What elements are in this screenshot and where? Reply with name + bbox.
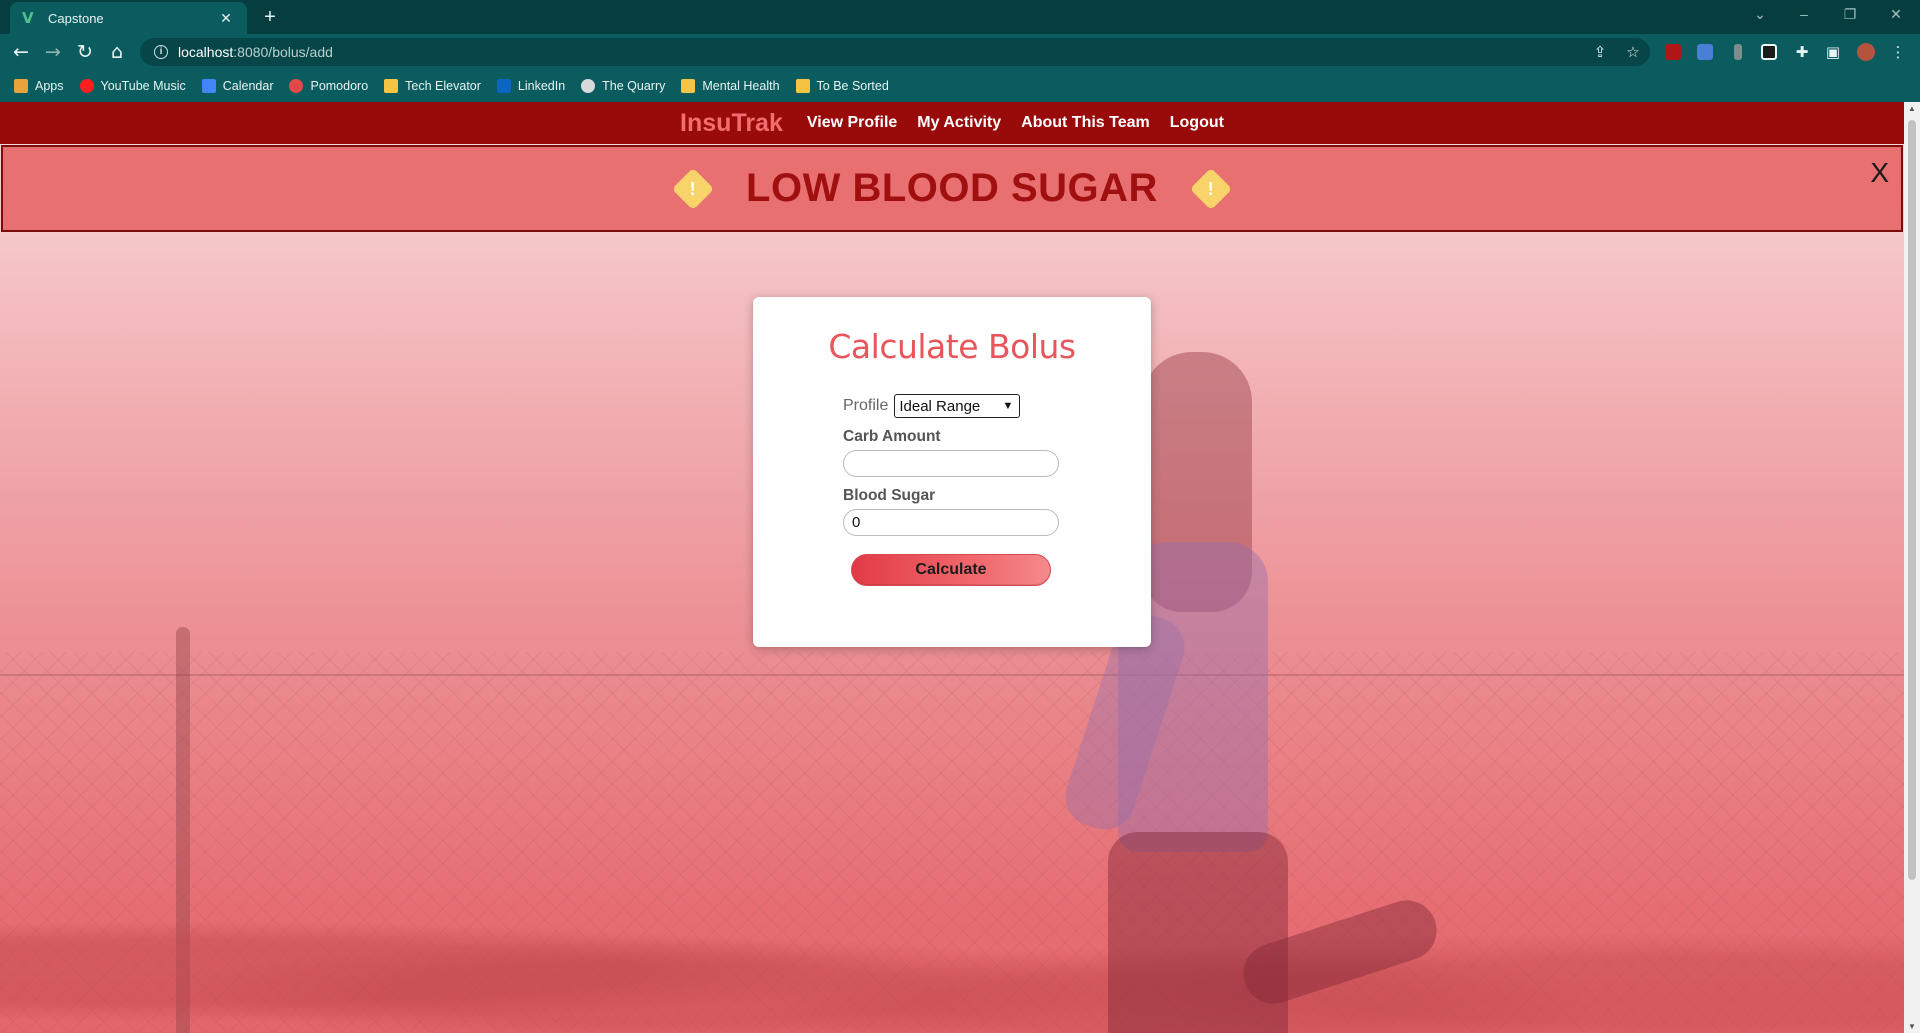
browser-tabstrip: V Capstone ✕ + ⌄ – ❐ ✕ [0,0,1920,34]
folder-icon [384,79,399,93]
bookmark-label: Calendar [222,79,274,93]
nav-my-activity[interactable]: My Activity [917,114,1001,132]
bookmark-the-quarry[interactable]: The Quarry [581,79,665,93]
carb-amount-input[interactable] [843,450,1059,477]
restore-icon[interactable]: ❐ [1840,6,1860,23]
calendar-icon [201,79,216,93]
bookmark-label: Apps [35,79,64,93]
bookmark-label: Mental Health [702,79,780,93]
warning-icon: ! [671,167,715,210]
tab-close-icon[interactable]: ✕ [217,10,235,27]
close-window-icon[interactable]: ✕ [1886,6,1906,23]
forward-arrow-icon[interactable]: → [41,40,65,64]
folder-icon [681,79,696,93]
tab-title: Capstone [48,10,104,26]
bolus-form-card: Calculate Bolus Profile Ideal Range ▼ Ca… [753,297,1151,647]
blood-sugar-input[interactable]: 0 [843,509,1059,536]
linkedin-icon [496,79,511,93]
chevron-down-icon: ▼ [1002,400,1014,412]
reload-icon[interactable]: ↻ [73,40,97,64]
bookmark-star-icon[interactable]: ☆ [1623,42,1643,62]
nav-logout[interactable]: Logout [1170,114,1224,132]
bookmark-label: Pomodoro [310,79,369,93]
alert-close-button[interactable]: X [1870,157,1889,189]
profile-row: Profile Ideal Range ▼ [843,394,1083,418]
site-navbar: InsuTrak View Profile My Activity About … [0,102,1904,144]
fence-rail [0,674,1904,676]
carb-amount-label: Carb Amount [843,428,941,445]
runner-legs [1108,832,1288,1033]
side-panel-icon[interactable]: ▣ [1823,42,1843,62]
scroll-up-icon[interactable]: ▲ [1907,104,1917,113]
blood-sugar-label: Blood Sugar [843,487,936,504]
profile-select[interactable]: Ideal Range ▼ [894,394,1021,418]
profile-selected-value: Ideal Range [899,397,981,415]
browser-toolbar: ← → ↻ ⌂ i localhost:8080/bolus/add ⇪ ☆ ✚… [0,34,1920,70]
bookmark-label: The Quarry [602,79,666,93]
bookmark-to-be-sorted[interactable]: To Be Sorted [795,79,889,93]
tab-search-icon[interactable]: ⌄ [1750,6,1770,23]
scrollbar-thumb[interactable] [1908,120,1916,880]
bolus-form: Profile Ideal Range ▼ Carb Amount Blood … [843,394,1083,586]
bookmark-linkedin[interactable]: LinkedIn [496,79,566,93]
scroll-down-icon[interactable]: ▼ [1907,1022,1917,1031]
form-title: Calculate Bolus [828,327,1076,366]
bookmark-mental-health[interactable]: Mental Health [681,79,780,93]
home-icon[interactable]: ⌂ [105,40,129,64]
profile-label: Profile [843,397,889,414]
back-arrow-icon[interactable]: ← [9,40,33,64]
bookmark-label: Tech Elevator [405,79,481,93]
site-info-icon[interactable]: i [154,45,168,59]
bookmark-label: LinkedIn [517,79,566,93]
bookmarks-bar: Apps YouTube Music Calendar Pomodoro Tec… [0,70,1920,102]
translate-extension-icon[interactable] [1697,44,1713,60]
nav-about-team[interactable]: About This Team [1021,114,1150,132]
kebab-menu-icon[interactable]: ⋮ [1888,42,1908,62]
nav-view-profile[interactable]: View Profile [807,114,897,132]
bookmark-apps[interactable]: Apps [14,79,64,93]
bookmark-calendar[interactable]: Calendar [201,79,274,93]
youtube-music-icon [79,79,94,93]
warning-symbol: ! [690,178,697,198]
page-viewport: InsuTrak View Profile My Activity About … [0,102,1904,1033]
quarry-icon [581,79,596,93]
address-bar[interactable]: i localhost:8080/bolus/add [140,38,1650,66]
page-scrollbar[interactable]: ▲ ▼ [1904,102,1920,1033]
bookmark-tech-elevator[interactable]: Tech Elevator [384,79,481,93]
url-path: :8080/bolus/add [233,44,333,60]
new-tab-button[interactable]: + [258,5,282,29]
warning-symbol: ! [1207,178,1214,198]
bookmark-pomodoro[interactable]: Pomodoro [289,79,368,93]
alert-message: LOW BLOOD SUGAR [746,166,1158,210]
share-icon[interactable]: ⇪ [1590,42,1610,62]
profile-avatar[interactable] [1857,43,1875,61]
brand-logo[interactable]: InsuTrak [680,109,783,138]
low-blood-sugar-alert: ! LOW BLOOD SUGAR ! X [1,145,1903,232]
apps-grid-icon [14,79,28,93]
pomodoro-icon [289,79,304,93]
bookmark-youtube-music[interactable]: YouTube Music [79,79,186,93]
minimize-icon[interactable]: – [1794,6,1814,22]
url-host: localhost [178,44,234,60]
ublock-extension-icon[interactable] [1665,44,1681,60]
vue-favicon-icon: V [22,9,34,27]
warning-icon: ! [1189,167,1233,210]
extension-icon-2[interactable] [1761,44,1777,60]
browser-tab[interactable]: V Capstone ✕ [10,2,247,34]
calculate-button[interactable]: Calculate [851,554,1051,586]
folder-icon [795,79,810,93]
extensions-puzzle-icon[interactable]: ✚ [1792,42,1812,62]
bookmark-label: YouTube Music [100,79,186,93]
tree-line [0,852,1904,1033]
bookmark-label: To Be Sorted [816,79,889,93]
extension-icon[interactable] [1734,44,1742,60]
